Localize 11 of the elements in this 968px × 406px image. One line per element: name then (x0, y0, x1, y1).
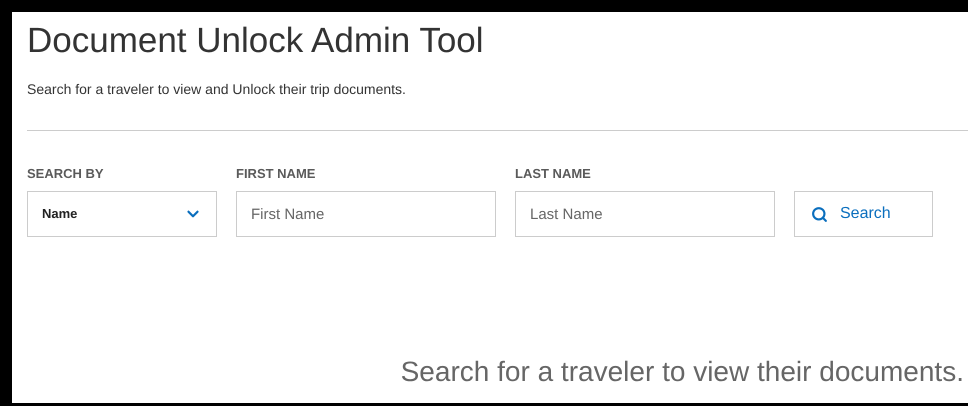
field-label: LAST NAME (515, 165, 592, 182)
empty-message: Search for a traveler to view their documents. (400, 355, 964, 389)
last-name-field[interactable]: Last Name (515, 191, 775, 237)
first-name-field[interactable]: First Name (236, 191, 496, 237)
search-by-select[interactable]: Name (27, 191, 217, 237)
field-label: SEARCH BY (27, 165, 105, 182)
search-icon (811, 206, 828, 222)
field-label: FIRST NAME (236, 165, 316, 182)
page-subtitle: Search for a traveler to view and Unlock their trip documents. (27, 80, 406, 99)
search-button[interactable]: Search (794, 191, 933, 237)
page-title: Document Unlock Admin Tool (27, 20, 484, 62)
